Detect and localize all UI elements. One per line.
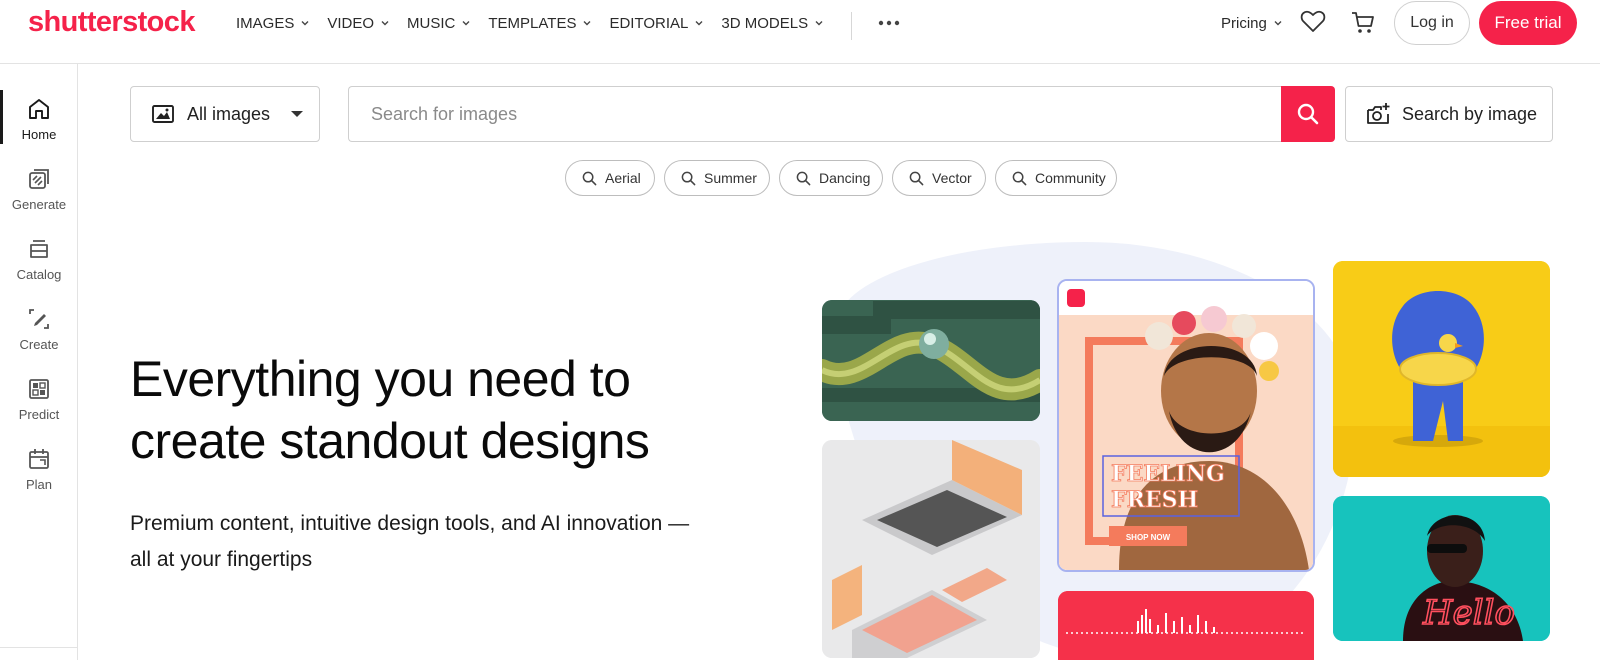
sidebar-item-predict[interactable]: Predict bbox=[0, 372, 78, 432]
sidebar-divider bbox=[0, 647, 78, 648]
chevron-down-icon bbox=[1274, 21, 1282, 26]
search-icon bbox=[1297, 103, 1319, 125]
abstract-wave-image bbox=[822, 300, 1040, 421]
hero-subtitle-line-2: all at your fingertips bbox=[130, 548, 313, 571]
chip-label: Vector bbox=[932, 170, 972, 186]
nav-video[interactable]: VIDEO bbox=[327, 15, 390, 32]
search-icon bbox=[909, 171, 924, 185]
hero-subtitle-line-1: Premium content, intuitive design tools,… bbox=[130, 512, 690, 535]
sidebar-item-catalog[interactable]: Catalog bbox=[0, 232, 78, 292]
chip-summer[interactable]: Summer bbox=[664, 160, 770, 196]
predict-icon bbox=[29, 379, 49, 399]
asset-type-select[interactable]: All images bbox=[130, 86, 320, 142]
home-icon bbox=[29, 99, 49, 119]
hero-subtitle: Premium content, intuitive design tools,… bbox=[130, 506, 750, 578]
hero-title-line-2: create standout designs bbox=[130, 413, 650, 469]
free-trial-button[interactable]: Free trial bbox=[1479, 1, 1577, 45]
chip-label: Summer bbox=[704, 170, 757, 186]
hero-title-line-1: Everything you need to bbox=[130, 351, 631, 407]
sidebar-item-label: Home bbox=[21, 127, 57, 142]
top-navigation-bar: shutterstock IMAGES VIDEO MUSIC TEMPLATE… bbox=[0, 0, 1600, 64]
nav-music-label: MUSIC bbox=[407, 14, 456, 32]
cart-icon[interactable] bbox=[1350, 10, 1378, 36]
chip-dancing[interactable]: Dancing bbox=[779, 160, 883, 196]
login-button[interactable]: Log in bbox=[1394, 1, 1470, 45]
devices-mockup-image bbox=[822, 440, 1040, 658]
catalog-icon bbox=[30, 240, 48, 258]
chevron-down-icon bbox=[583, 21, 591, 26]
nav-editorial-label: EDITORIAL bbox=[609, 14, 689, 32]
chevron-down-icon bbox=[301, 21, 309, 26]
search-input[interactable] bbox=[348, 86, 1282, 142]
nav-music[interactable]: MUSIC bbox=[407, 15, 471, 32]
search-icon bbox=[1012, 171, 1027, 185]
poster-shop-now-button: SHOP NOW bbox=[1126, 533, 1171, 542]
camera-plus-icon bbox=[1367, 103, 1390, 124]
chevron-down-icon bbox=[462, 21, 470, 26]
pricing-label: Pricing bbox=[1221, 14, 1267, 32]
nav-images-label: IMAGES bbox=[236, 14, 295, 32]
create-icon bbox=[29, 309, 49, 329]
neon-hello-text: Hello bbox=[1422, 593, 1515, 633]
hero-title: Everything you need to create standout d… bbox=[130, 348, 790, 472]
nav-templates[interactable]: TEMPLATES bbox=[488, 15, 592, 32]
chip-aerial[interactable]: Aerial bbox=[565, 160, 655, 196]
sidebar-item-label: Predict bbox=[18, 407, 60, 422]
suggested-searches: Aerial Summer Dancing Vector Community bbox=[0, 160, 1600, 196]
search-icon bbox=[582, 171, 597, 185]
shutterstock-logo[interactable]: shutterstock bbox=[28, 6, 195, 39]
sidebar-item-label: Create bbox=[19, 337, 59, 352]
main-nav: IMAGES VIDEO MUSIC TEMPLATES EDITORIAL 3… bbox=[236, 0, 841, 46]
chevron-down-icon bbox=[381, 21, 389, 26]
nav-templates-label: TEMPLATES bbox=[488, 14, 577, 32]
nav-divider bbox=[851, 12, 852, 40]
search-icon bbox=[681, 171, 696, 185]
chevron-down-icon bbox=[695, 21, 703, 26]
blue-creature-image bbox=[1333, 261, 1550, 477]
nav-images[interactable]: IMAGES bbox=[236, 15, 310, 32]
search-button[interactable] bbox=[1281, 86, 1335, 142]
chip-label: Aerial bbox=[605, 170, 641, 186]
sidebar-item-label: Plan bbox=[25, 477, 53, 492]
chip-community[interactable]: Community bbox=[995, 160, 1117, 196]
feeling-fresh-template: FEELING FRESH SHOP NOW bbox=[1057, 279, 1315, 572]
sidebar-item-label: Catalog bbox=[16, 267, 62, 282]
pricing-menu[interactable]: Pricing bbox=[1221, 0, 1283, 46]
chip-label: Community bbox=[1035, 170, 1106, 186]
search-icon bbox=[796, 171, 811, 185]
nav-3d-models[interactable]: 3D MODELS bbox=[721, 15, 824, 32]
caret-down-icon bbox=[291, 111, 303, 117]
search-by-image-button[interactable]: Search by image bbox=[1345, 86, 1553, 142]
search-by-image-label: Search by image bbox=[1402, 103, 1538, 124]
audio-waveform-tile bbox=[1058, 591, 1314, 660]
sidebar-item-home[interactable]: Home bbox=[0, 92, 78, 152]
poster-title-line-2: FRESH bbox=[1111, 487, 1198, 513]
sidebar-item-label: Generate bbox=[11, 197, 67, 212]
sidebar-item-plan[interactable]: Plan bbox=[0, 442, 78, 502]
nav-editorial[interactable]: EDITORIAL bbox=[609, 15, 704, 32]
image-icon bbox=[152, 105, 174, 123]
more-horizontal-icon[interactable] bbox=[876, 9, 902, 37]
chip-label: Dancing bbox=[819, 170, 871, 186]
nav-video-label: VIDEO bbox=[327, 14, 375, 32]
sidebar-item-create[interactable]: Create bbox=[0, 302, 78, 362]
heart-icon[interactable] bbox=[1300, 10, 1328, 36]
poster-title-line-1: FEELING bbox=[1111, 461, 1225, 487]
asset-type-label: All images bbox=[187, 103, 271, 124]
left-sidebar: Home Generate Catalog Create Predict Pla… bbox=[0, 64, 78, 660]
neon-portrait-image: Hello bbox=[1333, 496, 1550, 641]
chevron-down-icon bbox=[815, 21, 823, 26]
chip-vector[interactable]: Vector bbox=[892, 160, 986, 196]
plan-icon bbox=[29, 449, 49, 469]
nav-3d-models-label: 3D MODELS bbox=[721, 14, 809, 32]
